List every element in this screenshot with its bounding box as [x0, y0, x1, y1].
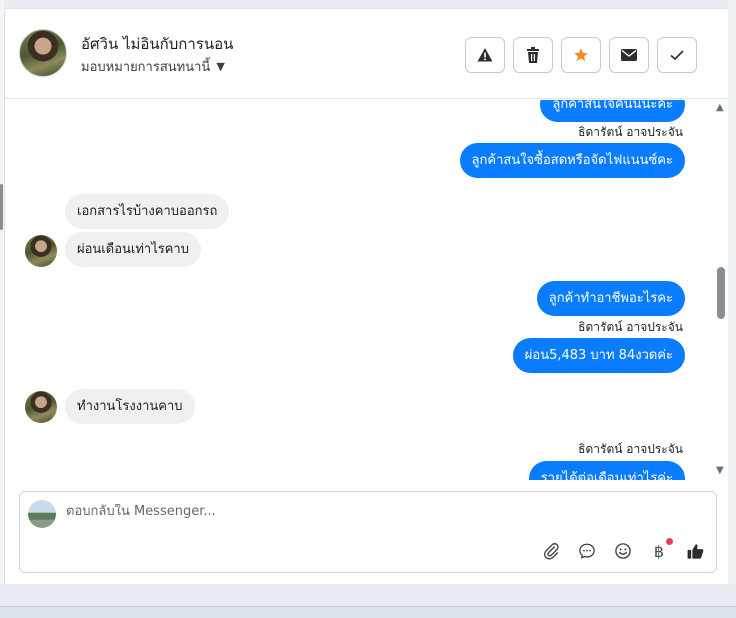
star-button[interactable] — [561, 37, 601, 73]
check-icon — [670, 50, 684, 61]
message-thread[interactable]: ลูกค้าสนใจคันนี้นะคะ ธิดารัตน์ อาจประจัน… — [5, 100, 729, 480]
reply-composer: ฿ — [19, 491, 717, 573]
mark-done-button[interactable] — [657, 37, 697, 73]
warning-icon — [477, 48, 493, 62]
outgoing-message: ลูกค้าทำอาชีพอะไรคะ — [536, 281, 685, 316]
envelope-icon — [621, 49, 637, 61]
conversation-panel: อัศวิน ไม่อินกับการนอน มอบหมายการสนทนานี… — [4, 8, 729, 584]
baht-icon: ฿ — [653, 541, 665, 561]
assign-conversation-dropdown[interactable]: มอบหมายการสนทนานี้ ▼ — [81, 56, 225, 77]
paperclip-icon — [544, 543, 559, 560]
resize-handle[interactable] — [0, 184, 3, 230]
saved-replies-button[interactable] — [576, 540, 598, 562]
contact-name[interactable]: อัศวิน ไม่อินกับการนอน — [81, 32, 233, 56]
report-button[interactable] — [465, 37, 505, 73]
os-taskbar — [0, 606, 736, 618]
emoji-button[interactable] — [612, 540, 634, 562]
outgoing-message: ผ่อน5,483 บาท 84งวดค่ะ — [512, 338, 685, 373]
like-button[interactable] — [684, 540, 706, 562]
payment-button[interactable]: ฿ — [648, 538, 673, 562]
trash-icon — [527, 47, 539, 63]
window-right-edge — [728, 0, 736, 584]
outgoing-message: ลูกค้าสนใจคันนี้นะคะ — [540, 100, 685, 122]
assign-label: มอบหมายการสนทนานี้ — [81, 60, 211, 75]
incoming-message: ผ่อนเดือนเท่าไรคาบ — [65, 232, 201, 267]
thumbs-up-icon — [687, 543, 703, 559]
sender-name: ธิดารัตน์ อาจประจัน — [578, 125, 683, 139]
chat-bubble-icon — [579, 543, 595, 559]
contact-avatar-small — [25, 391, 57, 423]
page-avatar — [28, 500, 56, 528]
contact-avatar[interactable] — [19, 29, 67, 77]
attach-button[interactable] — [540, 540, 562, 562]
contact-avatar-small — [25, 235, 57, 267]
mark-unread-button[interactable] — [609, 37, 649, 73]
reply-input[interactable] — [66, 504, 666, 519]
sender-name: ธิดารัตน์ อาจประจัน — [578, 320, 683, 334]
conversation-header: อัศวิน ไม่อินกับการนอน มอบหมายการสนทนานี… — [5, 9, 729, 99]
sender-name: ธิดารัตน์ อาจประจัน — [578, 442, 683, 456]
delete-button[interactable] — [513, 37, 553, 73]
outgoing-message: รายได้ต่อเดือนเท่าไรค่ะ — [528, 461, 685, 480]
star-icon — [574, 48, 588, 61]
notification-dot — [666, 538, 673, 545]
scroll-down-arrow[interactable]: ▼ — [716, 465, 724, 476]
incoming-message: เอกสารไรบ้างคาบออกรถ — [65, 194, 230, 229]
incoming-message: ทำงานโรงงานคาบ — [65, 389, 195, 424]
scrollbar-thumb[interactable] — [717, 267, 725, 319]
outgoing-message: ลูกค้าสนใจซื้อสดหรือจัดไฟแนนซ์คะ — [459, 143, 685, 178]
scroll-up-arrow[interactable]: ▲ — [716, 102, 724, 113]
caret-down-icon: ▼ — [216, 60, 225, 73]
emoji-icon — [615, 543, 631, 559]
